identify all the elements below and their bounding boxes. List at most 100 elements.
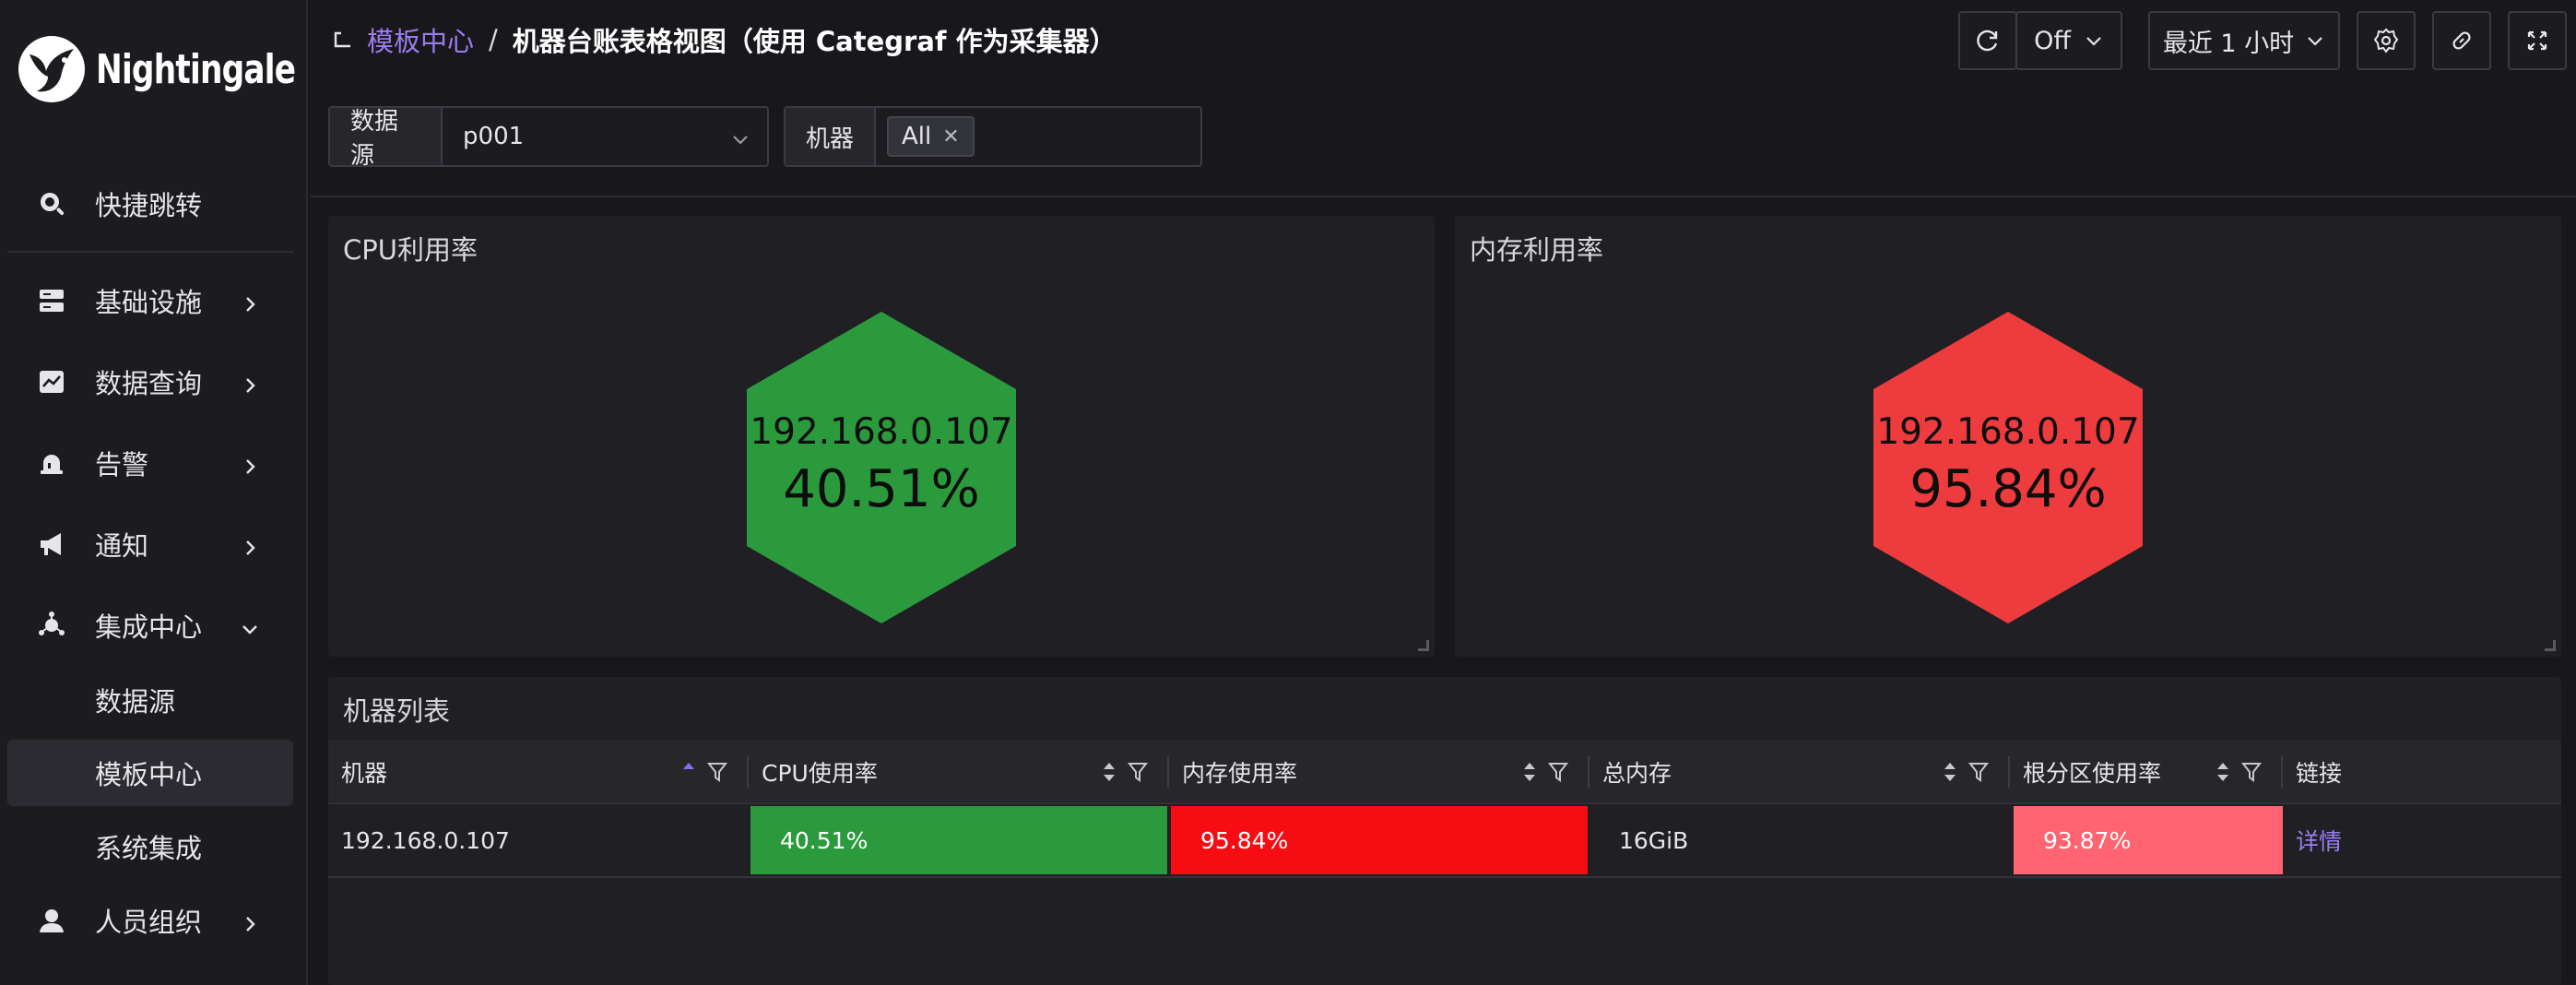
page-divider bbox=[310, 196, 2576, 197]
server-icon bbox=[35, 284, 68, 317]
memory-hexagon-value: 95.84% bbox=[1909, 459, 2107, 519]
user-icon bbox=[35, 904, 68, 937]
breadcrumb-separator: / bbox=[489, 24, 498, 55]
cpu-hexagon-value: 40.51% bbox=[783, 459, 980, 519]
column-header-label: 根分区使用率 bbox=[2023, 760, 2162, 787]
refresh-interval-value: Off bbox=[2034, 26, 2071, 55]
breadcrumb: 模板中心 / 机器台账表格视图（使用 Categraf 作为采集器） bbox=[367, 20, 1117, 59]
cell-memory: 95.84% bbox=[1171, 806, 1588, 874]
sidebar-subitem-label: 模板中心 bbox=[95, 759, 203, 790]
machine-table: 机器 CPU使用率 内存使用率 总内存 根分区使用率 链接 192.168.0.… bbox=[328, 740, 2561, 878]
cell-cpu: 40.51% bbox=[750, 806, 1167, 874]
sort-icon[interactable] bbox=[2215, 758, 2231, 786]
refresh-button[interactable] bbox=[1958, 11, 2017, 70]
settings-button[interactable] bbox=[2357, 11, 2416, 70]
filter-icon[interactable] bbox=[706, 760, 728, 784]
alarm-icon bbox=[35, 446, 68, 480]
back-icon[interactable] bbox=[328, 26, 356, 53]
sidebar-subitem-system-integration[interactable]: 系统集成 bbox=[7, 813, 293, 880]
time-range-value: 最近 1 小时 bbox=[2162, 29, 2295, 58]
machine-list-panel: 机器列表 机器 CPU使用率 内存使用率 总内存 根分区使用率 链接 192.1… bbox=[328, 677, 2561, 985]
sidebar-item-infrastructure[interactable]: 基础设施 bbox=[7, 267, 293, 334]
sidebar-subitem-templates[interactable]: 模板中心 bbox=[7, 740, 293, 806]
sort-ascending-icon[interactable] bbox=[680, 758, 697, 786]
filter-icon[interactable] bbox=[1127, 760, 1149, 784]
machine-tag-label: All bbox=[902, 123, 932, 150]
datasource-value: p001 bbox=[463, 123, 525, 150]
memory-hexagon[interactable]: 192.168.0.107 95.84% bbox=[1873, 312, 2143, 623]
datasource-filter: 数据源 p001 bbox=[328, 106, 769, 170]
cpu-hexagon[interactable]: 192.168.0.107 40.51% bbox=[747, 312, 1016, 623]
datasource-select[interactable]: p001 bbox=[443, 108, 767, 165]
close-icon[interactable]: ✕ bbox=[942, 125, 959, 148]
fullscreen-button[interactable] bbox=[2508, 11, 2567, 70]
chevron-right-icon bbox=[240, 533, 262, 555]
sort-icon[interactable] bbox=[1942, 758, 1958, 786]
details-link[interactable]: 详情 bbox=[2296, 824, 2342, 857]
filter-icon[interactable] bbox=[1547, 760, 1569, 784]
chevron-down-icon bbox=[730, 128, 750, 156]
page-title: 机器台账表格视图（使用 Categraf 作为采集器） bbox=[512, 26, 1117, 57]
app: Nightingale 快捷跳转 基础设施 数据查询 告警 通知 集成中心 数据… bbox=[0, 0, 2576, 985]
filter-icon[interactable] bbox=[1967, 760, 1990, 784]
sidebar-subitem-label: 系统集成 bbox=[95, 833, 203, 864]
breadcrumb-link-templates[interactable]: 模板中心 bbox=[367, 20, 474, 59]
column-header-root-disk[interactable]: 根分区使用率 bbox=[2010, 740, 2283, 804]
sidebar-item-integration[interactable]: 集成中心 bbox=[7, 592, 293, 659]
brand-logo[interactable]: Nightingale bbox=[17, 31, 351, 107]
machine-select[interactable]: All ✕ bbox=[876, 108, 995, 165]
sidebar-subitem-datasource[interactable]: 数据源 bbox=[7, 667, 293, 733]
link-icon bbox=[2452, 31, 2471, 50]
cell-root-disk: 93.87% bbox=[2014, 806, 2283, 874]
sidebar: Nightingale 快捷跳转 基础设施 数据查询 告警 通知 集成中心 数据… bbox=[0, 0, 308, 985]
memory-hexagon-ip: 192.168.0.107 bbox=[1876, 411, 2140, 453]
memory-usage-panel: 内存利用率 192.168.0.107 95.84% bbox=[1455, 216, 2561, 657]
cpu-usage-panel: CPU利用率 192.168.0.107 40.51% bbox=[328, 216, 1435, 657]
machine-filter: 机器 All ✕ bbox=[784, 106, 1202, 167]
search-icon bbox=[35, 187, 68, 220]
brand-name: Nightingale bbox=[96, 45, 296, 93]
megaphone-icon bbox=[35, 528, 68, 561]
panel-resize-handle[interactable] bbox=[1418, 640, 1429, 651]
sort-icon[interactable] bbox=[1521, 758, 1538, 786]
column-header-cpu[interactable]: CPU使用率 bbox=[749, 740, 1169, 804]
sidebar-item-label: 通知 bbox=[95, 530, 149, 562]
column-header-memory[interactable]: 内存使用率 bbox=[1169, 740, 1589, 804]
column-header-label: 总内存 bbox=[1602, 760, 1672, 787]
column-header-label: 内存使用率 bbox=[1182, 760, 1298, 787]
chevron-right-icon bbox=[240, 290, 262, 312]
share-link-button[interactable] bbox=[2432, 11, 2491, 70]
panel-resize-handle[interactable] bbox=[2545, 640, 2556, 651]
sidebar-item-notifications[interactable]: 通知 bbox=[7, 511, 293, 577]
sidebar-item-alerts[interactable]: 告警 bbox=[7, 430, 293, 496]
cell-machine: 192.168.0.107 bbox=[341, 826, 510, 854]
sidebar-item-users[interactable]: 人员组织 bbox=[7, 887, 293, 954]
sidebar-item-label: 集成中心 bbox=[95, 611, 203, 643]
machine-tag: All ✕ bbox=[887, 116, 975, 157]
column-header-machine[interactable]: 机器 bbox=[328, 740, 749, 804]
chart-icon bbox=[35, 365, 68, 398]
nightingale-logo-icon bbox=[18, 36, 85, 102]
table-row[interactable]: 192.168.0.107 40.51% 95.84% 16GiB 93.87%… bbox=[328, 804, 2561, 878]
sidebar-item-label: 告警 bbox=[95, 449, 149, 481]
gear-icon bbox=[2373, 28, 2399, 53]
panel-title: 内存利用率 bbox=[1470, 234, 1604, 266]
chevron-down-icon bbox=[240, 614, 262, 636]
table-header: 机器 CPU使用率 内存使用率 总内存 根分区使用率 链接 bbox=[328, 740, 2561, 804]
column-header-label: 链接 bbox=[2296, 760, 2343, 787]
fullscreen-icon bbox=[2527, 30, 2547, 51]
sidebar-item-data-query[interactable]: 数据查询 bbox=[7, 349, 293, 415]
top-bar: 模板中心 / 机器台账表格视图（使用 Categraf 作为采集器） Off 最… bbox=[310, 0, 2576, 81]
sort-icon[interactable] bbox=[1101, 758, 1117, 786]
sidebar-item-quick-jump[interactable]: 快捷跳转 bbox=[7, 171, 293, 237]
sidebar-item-label: 快捷跳转 bbox=[95, 190, 203, 221]
time-range-select[interactable]: 最近 1 小时 bbox=[2148, 11, 2340, 70]
refresh-interval-select[interactable]: Off bbox=[2015, 11, 2122, 70]
machine-label: 机器 bbox=[786, 108, 877, 165]
cpu-hexagon-ip: 192.168.0.107 bbox=[750, 411, 1013, 453]
chevron-right-icon bbox=[240, 909, 262, 932]
panel-title: CPU利用率 bbox=[343, 234, 478, 266]
chevron-right-icon bbox=[240, 371, 262, 393]
filter-icon[interactable] bbox=[2240, 760, 2263, 784]
column-header-total-memory[interactable]: 总内存 bbox=[1589, 740, 2010, 804]
